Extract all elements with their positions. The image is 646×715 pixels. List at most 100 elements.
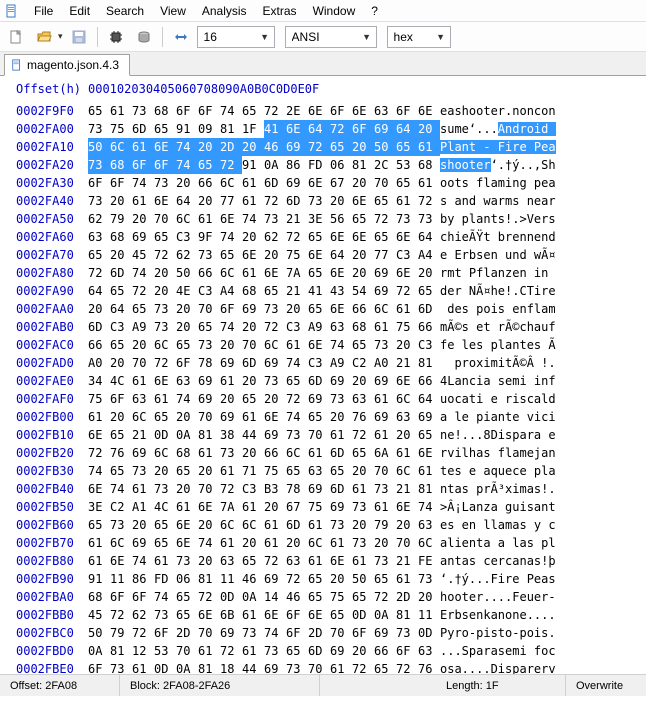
- chevron-down-icon[interactable]: ▼: [434, 32, 448, 42]
- hex-bytes[interactable]: 506C616E74202D204669726520506561: [88, 138, 440, 156]
- ascii-cell[interactable]: uocati e riscald: [440, 390, 570, 408]
- hex-row[interactable]: 0002FB70616C69656E74612061206C617320706C…: [16, 534, 646, 552]
- ascii-cell[interactable]: osa....Disparerv: [440, 660, 570, 674]
- hex-row[interactable]: 0002FA80726D742050666C616E7A656E20696E20…: [16, 264, 646, 282]
- ascii-cell[interactable]: ntas prÃ³ximas!.: [440, 480, 570, 498]
- hex-bytes[interactable]: 45726273656E6B616E6F6E650D0A8111: [88, 606, 440, 624]
- hex-row[interactable]: 0002F9F0656173686F6F7465722E6E6F6E636F6E…: [16, 102, 646, 120]
- hex-row[interactable]: 0002FAA02064657320706F697320656E666C616D…: [16, 300, 646, 318]
- ascii-cell[interactable]: by plants!.>Vers: [440, 210, 570, 228]
- menu-analysis[interactable]: Analysis: [194, 2, 255, 20]
- hex-row[interactable]: 0002FA6063686965C39F74206272656E6E656E64…: [16, 228, 646, 246]
- ascii-cell[interactable]: ne!...8Dispara e: [440, 426, 570, 444]
- hex-bytes[interactable]: 73756D659109811F416E64726F696420: [88, 120, 440, 138]
- ascii-cell[interactable]: chieÃŸt brennend: [440, 228, 570, 246]
- hex-bytes[interactable]: 656173686F6F7465722E6E6F6E636F6E: [88, 102, 440, 120]
- encoding-input[interactable]: [290, 29, 360, 45]
- menu-view[interactable]: View: [152, 2, 194, 20]
- hex-bytes[interactable]: 6F6F747320666C616D696E6720706561: [88, 174, 440, 192]
- ascii-cell[interactable]: tes e aquece pla: [440, 462, 570, 480]
- hex-bytes[interactable]: 6DC3A9732065742072C3A96368617566: [88, 318, 440, 336]
- hex-row[interactable]: 0002FA10506C616E74202D204669726520506561…: [16, 138, 646, 156]
- ascii-cell[interactable]: rmt Pflanzen in: [440, 264, 570, 282]
- hex-bytes[interactable]: 3EC2A14C616E7A612067756973616E74: [88, 498, 440, 516]
- menu-edit[interactable]: Edit: [61, 2, 98, 20]
- hex-row[interactable]: 0002FB3074657320652061717565636520706C61…: [16, 462, 646, 480]
- ascii-cell[interactable]: rvilhas flamejan: [440, 444, 570, 462]
- hex-bytes[interactable]: 74657320652061717565636520706C61: [88, 462, 440, 480]
- hex-bytes[interactable]: 2064657320706F697320656E666C616D: [88, 300, 440, 318]
- hex-row[interactable]: 0002FB80616E7461732063657263616E617321FE…: [16, 552, 646, 570]
- hex-row[interactable]: 0002FA0073756D659109811F416E64726F696420…: [16, 120, 646, 138]
- width-button[interactable]: [169, 25, 193, 49]
- hex-bytes[interactable]: 616C69656E74612061206C617320706C: [88, 534, 440, 552]
- hex-bytes[interactable]: 7276696C68617320666C616D656A616E: [88, 444, 440, 462]
- ascii-cell[interactable]: ‘.†ý...Fire Peas: [440, 570, 570, 588]
- chevron-down-icon[interactable]: ▼: [258, 32, 272, 42]
- hex-bytes[interactable]: 686F6F7465720D0A1446657565722D20: [88, 588, 440, 606]
- hex-bytes[interactable]: 63686965C39F74206272656E6E656E64: [88, 228, 440, 246]
- ascii-cell[interactable]: >Â¡Lanza guisant: [440, 498, 570, 516]
- hex-row[interactable]: 0002FB60657320656E206C6C616D617320792063…: [16, 516, 646, 534]
- ascii-cell[interactable]: sume‘...Android: [440, 120, 570, 138]
- base-combo[interactable]: ▼: [387, 26, 451, 48]
- hex-bytes[interactable]: 0A8112537061726173656D6920666F63: [88, 642, 440, 660]
- ascii-cell[interactable]: fe les plantes Ã: [440, 336, 570, 354]
- ascii-cell[interactable]: e Erbsen und wÃ¤: [440, 246, 570, 264]
- ascii-cell[interactable]: alienta a las pl: [440, 534, 570, 552]
- menu-window[interactable]: Window: [305, 2, 364, 20]
- ascii-cell[interactable]: mÃ©s et rÃ©chauf: [440, 318, 570, 336]
- hex-bytes[interactable]: 73686F6F746572910A86FD06812C5368: [88, 156, 440, 174]
- hex-bytes[interactable]: 652045726273656E20756E642077C3A4: [88, 246, 440, 264]
- hex-row[interactable]: 0002FB503EC2A14C616E7A612067756973616E74…: [16, 498, 646, 516]
- hex-bytes[interactable]: 657320656E206C6C616D617320792063: [88, 516, 440, 534]
- open-button[interactable]: [32, 25, 56, 49]
- disk-button[interactable]: [132, 25, 156, 49]
- ascii-cell[interactable]: Erbsenkanone....: [440, 606, 570, 624]
- ascii-cell[interactable]: eashooter.noncon: [440, 102, 570, 120]
- ascii-cell[interactable]: s and warms near: [440, 192, 570, 210]
- hex-bytes[interactable]: A02070726F78696D6974C3A9C2A02181: [88, 354, 440, 372]
- hex-bytes[interactable]: 6665206C657320706C616E74657320C3: [88, 336, 440, 354]
- hex-row[interactable]: 0002FAC06665206C657320706C616E74657320C3…: [16, 336, 646, 354]
- ascii-cell[interactable]: shooter‘.†ý..,Sh: [440, 156, 570, 174]
- hex-row[interactable]: 0002FA407320616E64207761726D73206E656172…: [16, 192, 646, 210]
- hex-bytes[interactable]: 344C616E6369612073656D6920696E66: [88, 372, 440, 390]
- hex-row[interactable]: 0002FA306F6F747320666C616D696E6720706561…: [16, 174, 646, 192]
- hex-row[interactable]: 0002FAE0344C616E6369612073656D6920696E66…: [16, 372, 646, 390]
- ascii-cell[interactable]: Plant - Fire Pea: [440, 138, 570, 156]
- hex-row[interactable]: 0002FBE06F73610D0A8118446973706172657276…: [16, 660, 646, 674]
- hex-bytes[interactable]: 726D742050666C616E7A656E20696E20: [88, 264, 440, 282]
- hex-bytes[interactable]: 756F6361746920652072697363616C64: [88, 390, 440, 408]
- menu-[interactable]: ?: [363, 2, 386, 20]
- hex-bytes[interactable]: 616E7461732063657263616E617321FE: [88, 552, 440, 570]
- hex-row[interactable]: 0002FB106E65210D0A8138446973706172612065…: [16, 426, 646, 444]
- save-button[interactable]: [67, 25, 91, 49]
- menu-file[interactable]: File: [26, 2, 61, 20]
- ascii-cell[interactable]: der NÃ¤he!.CTire: [440, 282, 570, 300]
- ascii-cell[interactable]: ...Sparasemi foc: [440, 642, 570, 660]
- chip-button[interactable]: [104, 25, 128, 49]
- columns-input[interactable]: [202, 29, 258, 45]
- hex-bytes[interactable]: 7320616E64207761726D73206E656172: [88, 192, 440, 210]
- hex-row[interactable]: 0002FA70652045726273656E20756E642077C3A4…: [16, 246, 646, 264]
- ascii-cell[interactable]: des pois enflam: [440, 300, 570, 318]
- base-input[interactable]: [392, 29, 434, 45]
- menu-search[interactable]: Search: [98, 2, 152, 20]
- hex-row[interactable]: 0002FAB06DC3A9732065742072C3A96368617566…: [16, 318, 646, 336]
- hex-bytes[interactable]: 6E65210D0A8138446973706172612065: [88, 426, 440, 444]
- hex-row[interactable]: 0002FAD0A02070726F78696D6974C3A9C2A02181…: [16, 354, 646, 372]
- menu-extras[interactable]: Extras: [255, 2, 305, 20]
- hex-bytes[interactable]: 5079726F2D706973746F2D706F69730D: [88, 624, 440, 642]
- hex-row[interactable]: 0002FAF0756F6361746920652072697363616C64…: [16, 390, 646, 408]
- hex-row[interactable]: 0002FA50627920706C616E7473213E5665727373…: [16, 210, 646, 228]
- hex-row[interactable]: 0002FBD00A8112537061726173656D6920666F63…: [16, 642, 646, 660]
- ascii-cell[interactable]: antas cercanas!þ: [440, 552, 570, 570]
- tab-file[interactable]: magento.json.4.3: [4, 54, 130, 76]
- ascii-cell[interactable]: Pyro-pisto-pois.: [440, 624, 570, 642]
- hex-row[interactable]: 0002FBA0686F6F7465720D0A1446657565722D20…: [16, 588, 646, 606]
- hex-row[interactable]: 0002FB90911186FD068111466972652050656173…: [16, 570, 646, 588]
- ascii-cell[interactable]: es en llamas y c: [440, 516, 570, 534]
- hex-row[interactable]: 0002FA90646572204EC3A4686521414354697265…: [16, 282, 646, 300]
- hex-bytes[interactable]: 911186FD068111466972652050656173: [88, 570, 440, 588]
